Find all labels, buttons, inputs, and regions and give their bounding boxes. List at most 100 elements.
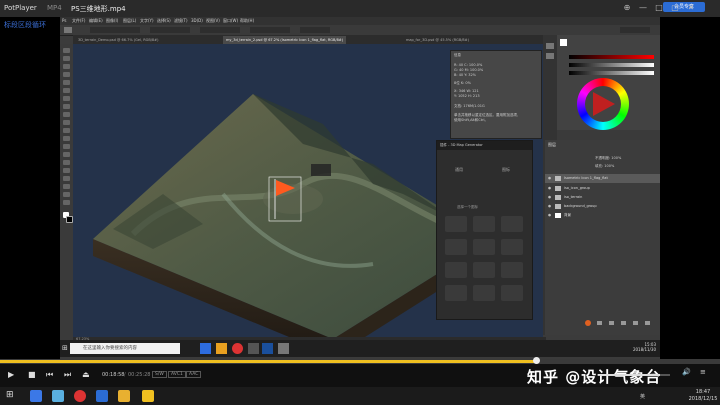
menu-image[interactable]: 图像(I) (106, 18, 118, 24)
gradient-tool-icon[interactable] (63, 136, 70, 141)
generator-tab-general[interactable]: 通用 (455, 167, 463, 173)
eraser-tool-icon[interactable] (63, 128, 70, 133)
icon-arrow[interactable] (473, 239, 495, 255)
generator-tab-icons[interactable]: 图标 (502, 167, 510, 173)
play-icon[interactable]: ▶ (8, 370, 14, 379)
doc-tab-2[interactable]: my_3d_terrain_2.psd @ 67.2% (Isometric I… (223, 36, 347, 44)
host-ime-indicator[interactable]: 英 (640, 393, 645, 400)
blue-slider[interactable] (569, 71, 654, 75)
volume-icon[interactable]: 🔊 (682, 368, 691, 376)
windows-start-icon[interactable]: ⊞ (62, 344, 68, 352)
icon-blank[interactable] (501, 216, 523, 232)
marquee-tool-icon[interactable] (63, 56, 70, 61)
icon-sun[interactable] (473, 216, 495, 232)
icon-compass[interactable] (445, 216, 467, 232)
icon-pin[interactable] (445, 262, 467, 278)
eye-icon[interactable]: ● (547, 202, 552, 211)
stop-icon[interactable]: ■ (28, 370, 36, 379)
icon-road[interactable] (473, 285, 495, 301)
codec-badge[interactable]: AAC (186, 371, 202, 378)
brush-tool-icon[interactable] (63, 104, 70, 109)
menu-edit[interactable]: 编辑(E) (89, 18, 103, 24)
eye-icon[interactable]: ● (547, 211, 552, 220)
eject-icon[interactable]: ⏏ (82, 370, 90, 379)
move-tool-icon[interactable] (63, 48, 70, 53)
eye-icon[interactable]: ● (547, 193, 552, 202)
minimize-icon[interactable]: — (636, 2, 650, 14)
menu-type[interactable]: 文字(Y) (140, 18, 154, 24)
close-icon[interactable]: ✕ (684, 2, 698, 14)
healing-tool-icon[interactable] (63, 96, 70, 101)
chrome-icon[interactable] (232, 343, 243, 354)
lasso-tool-icon[interactable] (63, 64, 70, 69)
layer-row[interactable]: ● 背景 (545, 211, 660, 220)
eye-icon[interactable]: ● (547, 174, 552, 183)
host-app-icon[interactable] (96, 390, 108, 402)
host-app-icon[interactable] (52, 390, 64, 402)
doc-tab-3[interactable]: map_for_3D.psd @ 45.5% (RGB/8#) (403, 36, 472, 44)
blur-tool-icon[interactable] (63, 144, 70, 149)
dodge-tool-icon[interactable] (63, 152, 70, 157)
opacity-label[interactable]: 不透明度: 100% (595, 156, 621, 161)
maximize-icon[interactable]: □ (652, 2, 666, 14)
mask-icon[interactable] (609, 321, 614, 325)
menu-3d[interactable]: 3D(D) (191, 18, 203, 23)
player-logo[interactable]: PotPlayer (4, 4, 37, 12)
menu-layer[interactable]: 图层(L) (123, 18, 136, 24)
next-icon[interactable]: ⏭ (64, 370, 71, 380)
delete-layer-icon[interactable] (645, 321, 650, 325)
menu-filter[interactable]: 滤镜(T) (174, 18, 188, 24)
background-color-swatch[interactable] (66, 216, 73, 223)
codec-badge[interactable]: S/W (152, 371, 167, 378)
photoshop-taskbar-icon[interactable] (262, 343, 273, 354)
pin-icon[interactable]: ⊕ (620, 2, 634, 14)
history-panel-icon[interactable] (546, 43, 554, 49)
path-select-tool-icon[interactable] (63, 176, 70, 181)
eyedropper-tool-icon[interactable] (63, 88, 70, 93)
link-layers-icon[interactable] (585, 320, 591, 326)
fullscreen-icon[interactable]: ▢ (668, 2, 682, 14)
layer-row[interactable]: ● iso_terrain (545, 193, 660, 202)
host-chrome-icon[interactable] (74, 390, 86, 402)
hand-tool-icon[interactable] (63, 192, 70, 197)
menu-view[interactable]: 视图(V) (206, 18, 220, 24)
codec-badge[interactable]: AVC1 (168, 371, 186, 378)
layer-row[interactable]: ● iso_icon_group (545, 184, 660, 193)
taskbar-app-icon[interactable] (216, 343, 227, 354)
red-slider[interactable] (569, 55, 654, 59)
stamp-tool-icon[interactable] (63, 112, 70, 117)
taskbar-app-icon[interactable] (278, 343, 289, 354)
taskbar-search-input[interactable]: 在这里输入你要搜索的内容 (70, 343, 180, 354)
color-triangle[interactable] (585, 86, 621, 122)
adjustment-icon[interactable] (621, 321, 626, 325)
magic-wand-tool-icon[interactable] (63, 72, 70, 77)
host-potplayer-icon[interactable] (142, 390, 154, 402)
icon-label[interactable] (445, 285, 467, 301)
menu-help[interactable]: 帮助(H) (240, 18, 254, 24)
menu-file[interactable]: 文件(F) (72, 18, 85, 24)
layer-row[interactable]: ● background_group (545, 202, 660, 211)
host-app-icon[interactable] (30, 390, 42, 402)
taskbar-app-icon[interactable] (200, 343, 211, 354)
host-folder-icon[interactable] (118, 390, 130, 402)
fill-label[interactable]: 填充: 100% (595, 164, 614, 169)
green-slider[interactable] (569, 63, 654, 67)
icon-blue-flag[interactable] (473, 262, 495, 278)
fx-icon[interactable] (597, 321, 602, 325)
menu-select[interactable]: 选择(S) (157, 18, 171, 24)
icon-orange-flag[interactable] (501, 262, 523, 278)
icon-line[interactable] (445, 239, 467, 255)
settings-icon[interactable]: ≡ (700, 368, 706, 376)
pen-tool-icon[interactable] (63, 160, 70, 165)
menu-window[interactable]: 窗口(W) (223, 18, 238, 24)
icon-path[interactable] (501, 239, 523, 255)
eye-icon[interactable]: ● (547, 184, 552, 193)
previous-icon[interactable]: ⏮ (46, 370, 53, 380)
zoom-tool-icon[interactable] (63, 200, 70, 205)
properties-panel-icon[interactable] (546, 53, 554, 59)
shape-tool-icon[interactable] (63, 184, 70, 189)
new-group-icon[interactable] (633, 321, 638, 325)
host-start-icon[interactable]: ⊞ (6, 390, 18, 402)
ps-logo[interactable]: Ps (62, 18, 66, 23)
crop-tool-icon[interactable] (63, 80, 70, 85)
